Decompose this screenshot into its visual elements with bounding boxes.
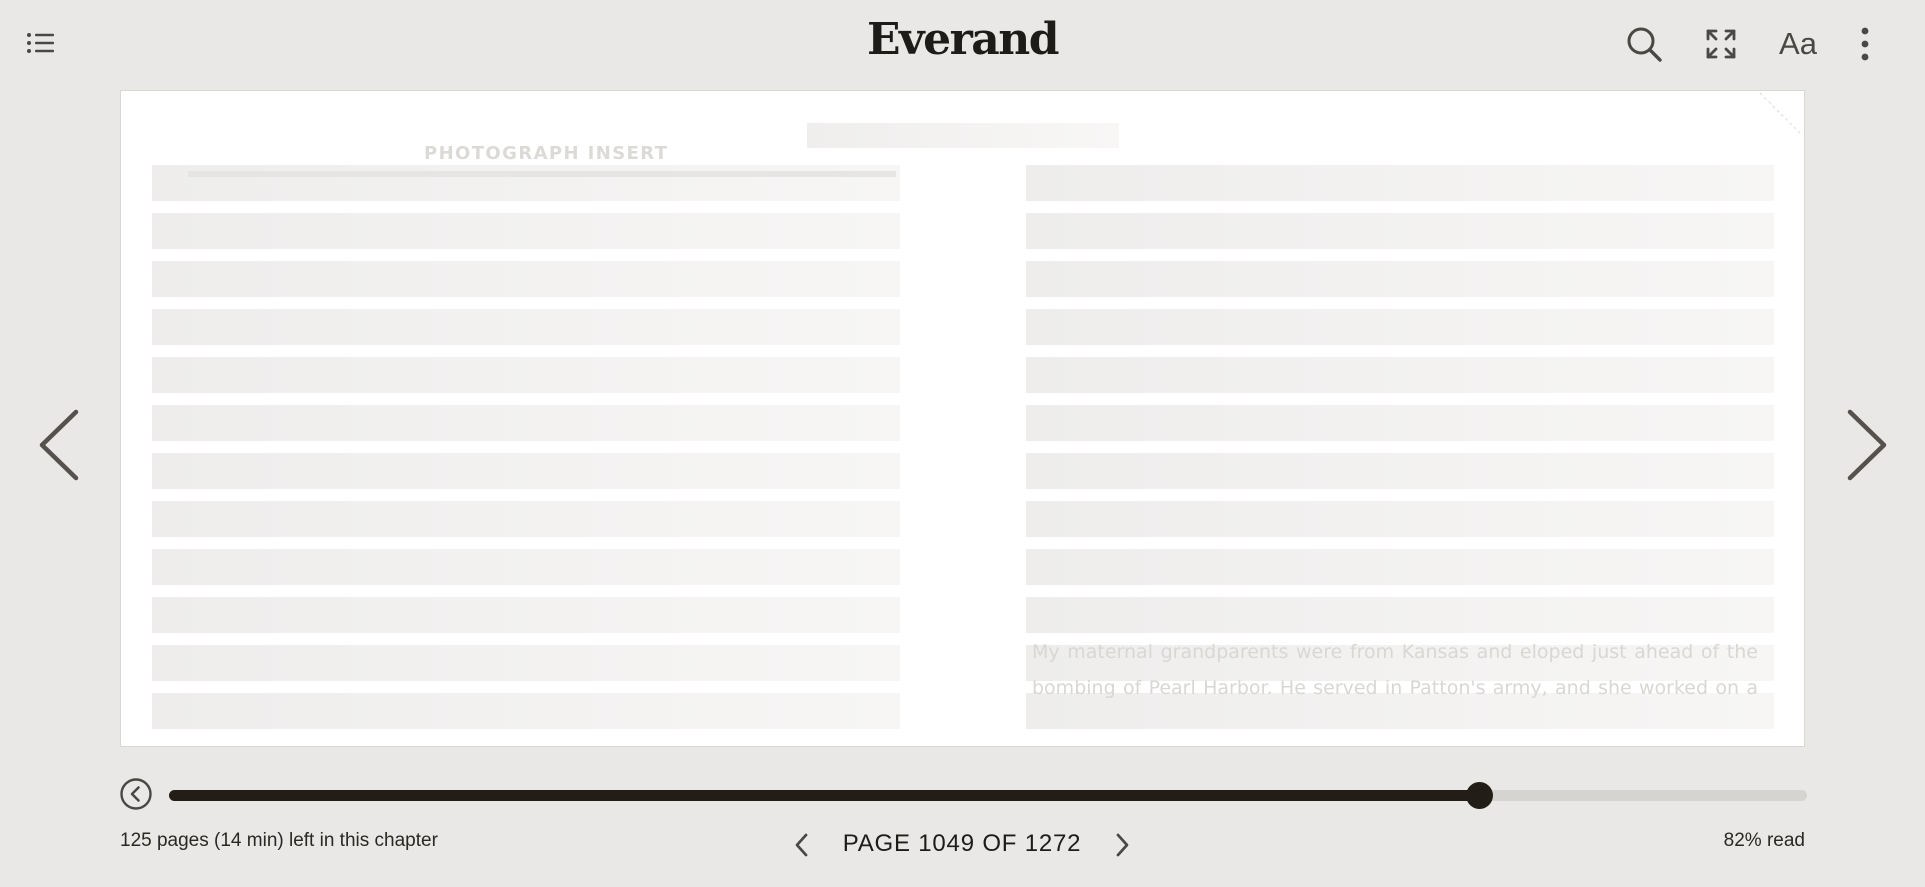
more-vertical-icon <box>1861 27 1869 61</box>
line-placeholder <box>152 501 900 537</box>
line-placeholder <box>152 213 900 249</box>
line-placeholder <box>1026 213 1774 249</box>
line-placeholder <box>1026 165 1774 201</box>
next-page-button[interactable] <box>1107 828 1137 862</box>
line-placeholder <box>152 693 900 729</box>
line-placeholder <box>1026 501 1774 537</box>
chevron-left-icon <box>39 409 79 481</box>
chapter-remaining-text: 125 pages (14 min) left in this chapter <box>120 830 438 851</box>
insert-title: PHOTOGRAPH INSERT <box>424 143 669 164</box>
line-placeholder <box>152 261 900 297</box>
chevron-right-icon <box>1116 833 1129 857</box>
search-button[interactable] <box>1622 22 1666 66</box>
line-placeholder <box>152 645 900 681</box>
insert-rule <box>188 171 896 177</box>
line-placeholder <box>1026 405 1774 441</box>
more-options-button[interactable] <box>1843 22 1887 66</box>
left-column-placeholders <box>152 165 900 741</box>
line-placeholder <box>1026 309 1774 345</box>
table-of-contents-button[interactable] <box>22 26 62 62</box>
text-settings-button[interactable]: Aa <box>1776 22 1820 66</box>
search-icon <box>1627 27 1662 62</box>
list-icon <box>27 33 54 53</box>
page-corner-fold <box>1759 92 1803 136</box>
progress-handle[interactable] <box>1466 782 1494 809</box>
line-placeholder <box>1026 597 1774 633</box>
book-page: PHOTOGRAPH INSERT My maternal grandparen… <box>120 90 1805 747</box>
reading-progress-slider[interactable] <box>169 782 1807 809</box>
chevron-left-icon <box>795 833 808 857</box>
page-navigation: PAGE 1049 OF 1272 <box>787 822 1137 866</box>
page-body-text: My maternal grandparents were from Kansa… <box>1032 641 1758 699</box>
line-placeholder <box>1026 261 1774 297</box>
heading-placeholder <box>807 123 1119 148</box>
percent-read-text: 82% read <box>1723 830 1805 851</box>
line-placeholder <box>152 597 900 633</box>
line-placeholder <box>1026 549 1774 585</box>
chevron-right-icon <box>1847 409 1887 481</box>
return-to-position-button[interactable] <box>119 777 153 811</box>
next-page-arrow[interactable] <box>1836 400 1896 490</box>
line-placeholder <box>152 453 900 489</box>
line-placeholder <box>152 309 900 345</box>
progress-fill <box>169 790 1480 801</box>
line-placeholder <box>152 405 900 441</box>
top-bar: Everand Aa <box>0 0 1925 88</box>
line-placeholder <box>1026 453 1774 489</box>
line-placeholder <box>152 357 900 393</box>
fullscreen-button[interactable] <box>1699 22 1743 66</box>
fullscreen-icon <box>1706 29 1736 59</box>
line-placeholder <box>152 549 900 585</box>
line-placeholder <box>1026 357 1774 393</box>
page-indicator: PAGE 1049 OF 1272 <box>842 830 1082 857</box>
circle-chevron-left-icon <box>120 778 152 810</box>
previous-page-arrow[interactable] <box>30 400 90 490</box>
previous-page-button[interactable] <box>787 828 817 862</box>
